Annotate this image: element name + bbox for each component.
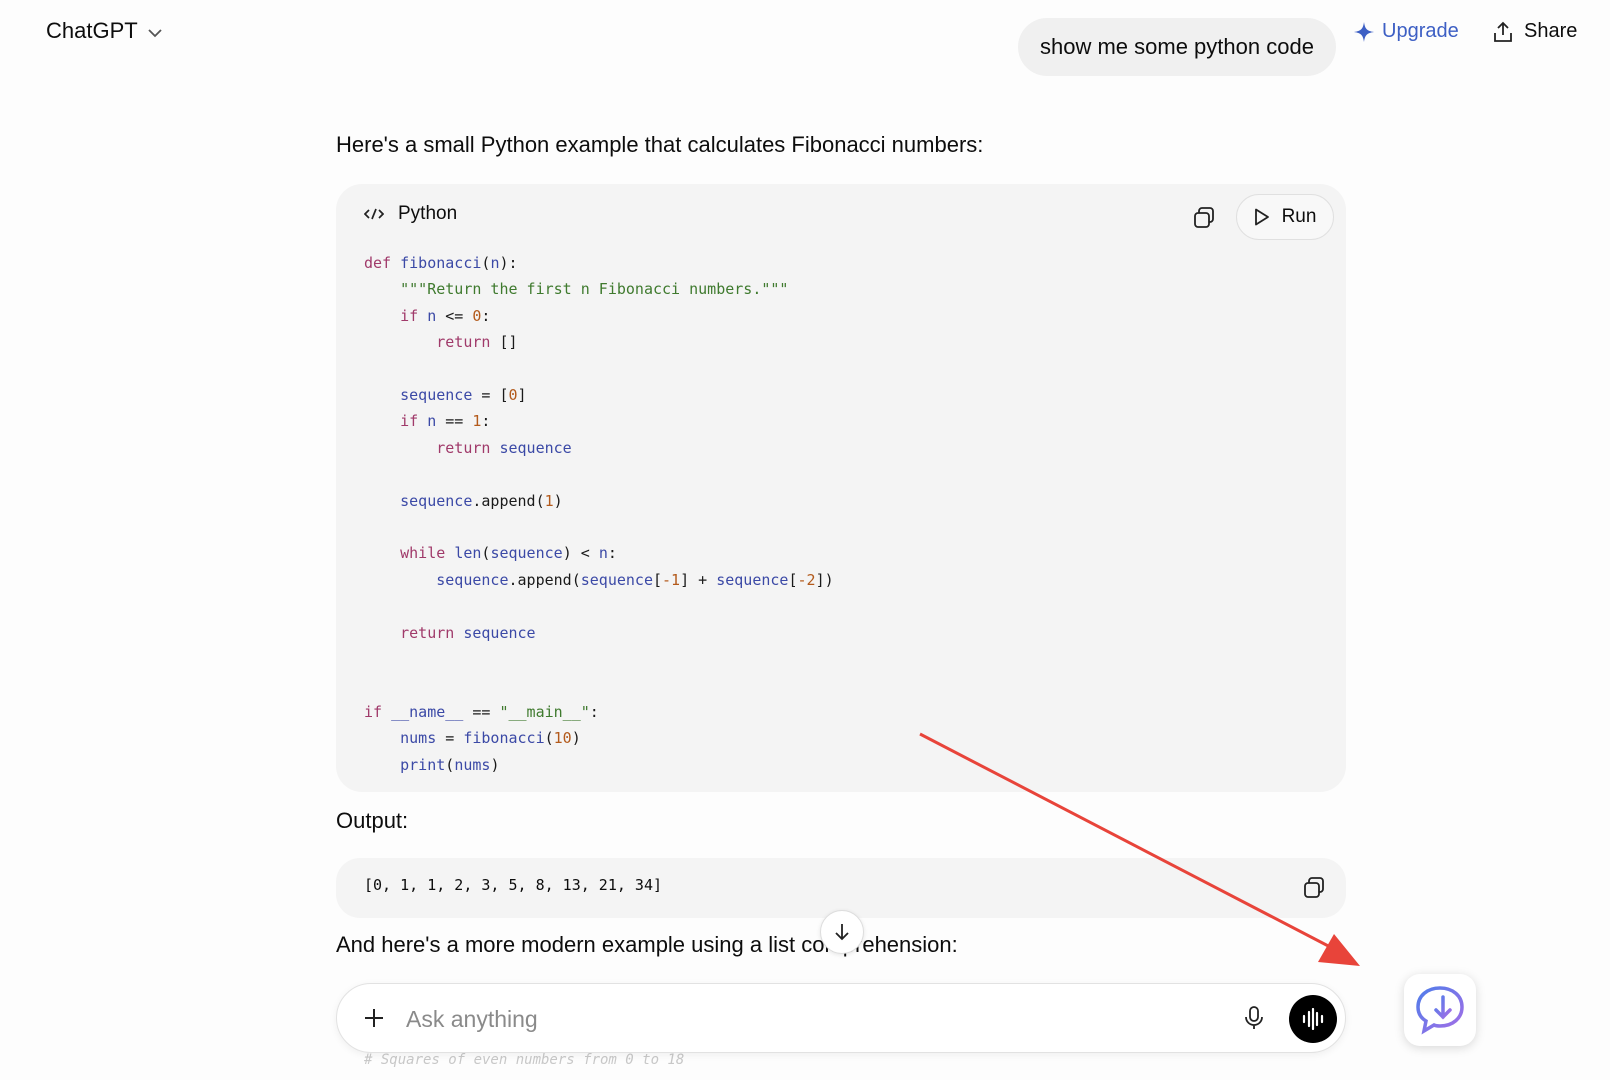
model-selector[interactable]: ChatGPT [46,18,162,44]
run-code-button[interactable]: Run [1236,194,1334,240]
code-language-label: Python [398,203,458,224]
play-icon [1254,208,1269,226]
add-attachment-button[interactable] [356,1000,392,1036]
upgrade-button[interactable]: Upgrade [1354,20,1459,43]
code-content: def fibonacci(n): """Return the first n … [364,254,834,774]
copy-code-button[interactable] [1192,206,1216,235]
chat-export-extension-button[interactable] [1404,974,1476,1046]
share-button[interactable]: Share [1492,20,1577,43]
code-block-header: Python [364,203,457,225]
voice-mode-button[interactable] [1289,995,1337,1043]
copy-output-button[interactable] [1302,876,1326,905]
upgrade-label: Upgrade [1382,20,1459,42]
copy-icon [1194,207,1214,228]
share-label: Share [1524,20,1578,42]
assistant-followup-text: And here's a more modern example using a… [336,932,958,957]
chevron-down-icon [148,28,162,37]
voice-waveform-icon [1302,1008,1324,1030]
plus-icon [365,1009,383,1027]
assistant-intro-text: Here's a small Python example that calcu… [336,132,984,157]
sparkle-icon [1354,21,1374,42]
scroll-to-bottom-button[interactable] [820,910,864,954]
arrow-down-icon [835,924,849,941]
app-title: ChatGPT [46,18,138,43]
output-value: [0, 1, 1, 2, 3, 5, 8, 13, 21, 34] [364,876,663,894]
copy-icon [1304,877,1324,898]
chat-download-icon [1416,986,1464,1035]
user-message-bubble: show me some python code [1018,18,1336,76]
code-icon [364,208,384,220]
share-icon [1494,21,1512,42]
dictate-button[interactable] [1236,1000,1272,1036]
output-label: Output: [336,808,409,833]
run-label: Run [1281,206,1317,227]
faded-code-comment: # Squares of even numbers from 0 to 18 [364,1052,685,1068]
user-message-text: show me some python code [1040,34,1314,59]
prompt-input[interactable] [404,998,1208,1040]
mic-icon [1245,1006,1263,1029]
